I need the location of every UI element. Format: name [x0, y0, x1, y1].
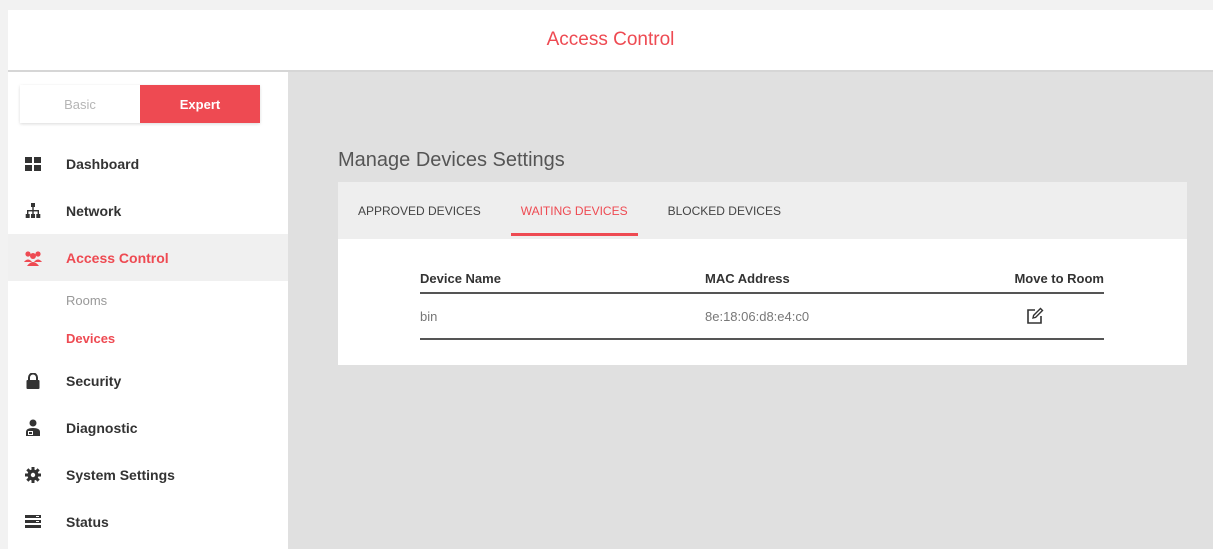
- sidebar-item-label: Status: [66, 513, 109, 530]
- table-row: bin 8e:18:06:d8:e4:c0: [420, 293, 1104, 340]
- table-header-row: Device Name MAC Address Move to Room: [420, 264, 1104, 294]
- users-icon: [24, 249, 42, 267]
- sidebar-item-access-control[interactable]: Access Control: [8, 234, 288, 281]
- sidebar-subitem-rooms[interactable]: Rooms: [8, 281, 288, 319]
- sidebar-item-system-settings[interactable]: System Settings: [8, 451, 288, 498]
- page-title: Manage Devices Settings: [338, 149, 565, 171]
- sidebar-item-label: Diagnostic: [66, 419, 138, 436]
- top-bar: Access Control: [8, 10, 1213, 72]
- sidebar-subitem-devices[interactable]: Devices: [8, 319, 288, 357]
- edit-icon[interactable]: [1026, 307, 1044, 325]
- network-icon: [24, 202, 42, 220]
- sidebar-item-label: Security: [66, 372, 122, 389]
- sidebar-nav: Dashboard Network Access Control Rooms D…: [8, 140, 288, 545]
- devices-card: APPROVED DEVICES WAITING DEVICES BLOCKED…: [338, 182, 1187, 365]
- sidebar-item-label: Network: [66, 202, 122, 219]
- basic-mode-button[interactable]: Basic: [20, 85, 140, 123]
- move-to-room-cell: [935, 293, 1104, 340]
- sidebar-item-network[interactable]: Network: [8, 187, 288, 234]
- gear-icon: [24, 466, 42, 484]
- app-window: Access Control Basic Expert Dashboard Ne…: [8, 10, 1213, 549]
- column-header-move-to-room: Move to Room: [935, 264, 1104, 294]
- sidebar-item-security[interactable]: Security: [8, 357, 288, 404]
- status-icon: [24, 513, 42, 531]
- tab-blocked-devices[interactable]: BLOCKED DEVICES: [658, 182, 791, 239]
- lock-icon: [24, 372, 42, 390]
- mac-address-cell: 8e:18:06:d8:e4:c0: [705, 293, 935, 340]
- expert-mode-button[interactable]: Expert: [140, 85, 260, 123]
- tab-approved-devices[interactable]: APPROVED DEVICES: [348, 182, 491, 239]
- sidebar-item-label: Access Control: [66, 249, 169, 266]
- dashboard-icon: [24, 155, 42, 173]
- sidebar: Basic Expert Dashboard Network Access Co…: [8, 72, 288, 549]
- tab-waiting-devices[interactable]: WAITING DEVICES: [510, 182, 638, 239]
- devices-table: Device Name MAC Address Move to Room bin…: [420, 264, 1104, 340]
- device-tabs: APPROVED DEVICES WAITING DEVICES BLOCKED…: [338, 182, 1187, 239]
- sidebar-item-status[interactable]: Status: [8, 498, 288, 545]
- sidebar-item-label: System Settings: [66, 466, 175, 483]
- sidebar-item-dashboard[interactable]: Dashboard: [8, 140, 288, 187]
- sidebar-item-label: Dashboard: [66, 155, 140, 172]
- main-content: Manage Devices Settings APPROVED DEVICES…: [288, 72, 1213, 549]
- diagnostic-icon: [24, 419, 42, 437]
- mode-toggle: Basic Expert: [20, 85, 260, 123]
- page-header-title: Access Control: [546, 29, 675, 50]
- device-name-cell: bin: [420, 293, 705, 340]
- column-header-mac-address: MAC Address: [705, 264, 935, 294]
- column-header-device-name: Device Name: [420, 264, 705, 294]
- sidebar-item-diagnostic[interactable]: Diagnostic: [8, 404, 288, 451]
